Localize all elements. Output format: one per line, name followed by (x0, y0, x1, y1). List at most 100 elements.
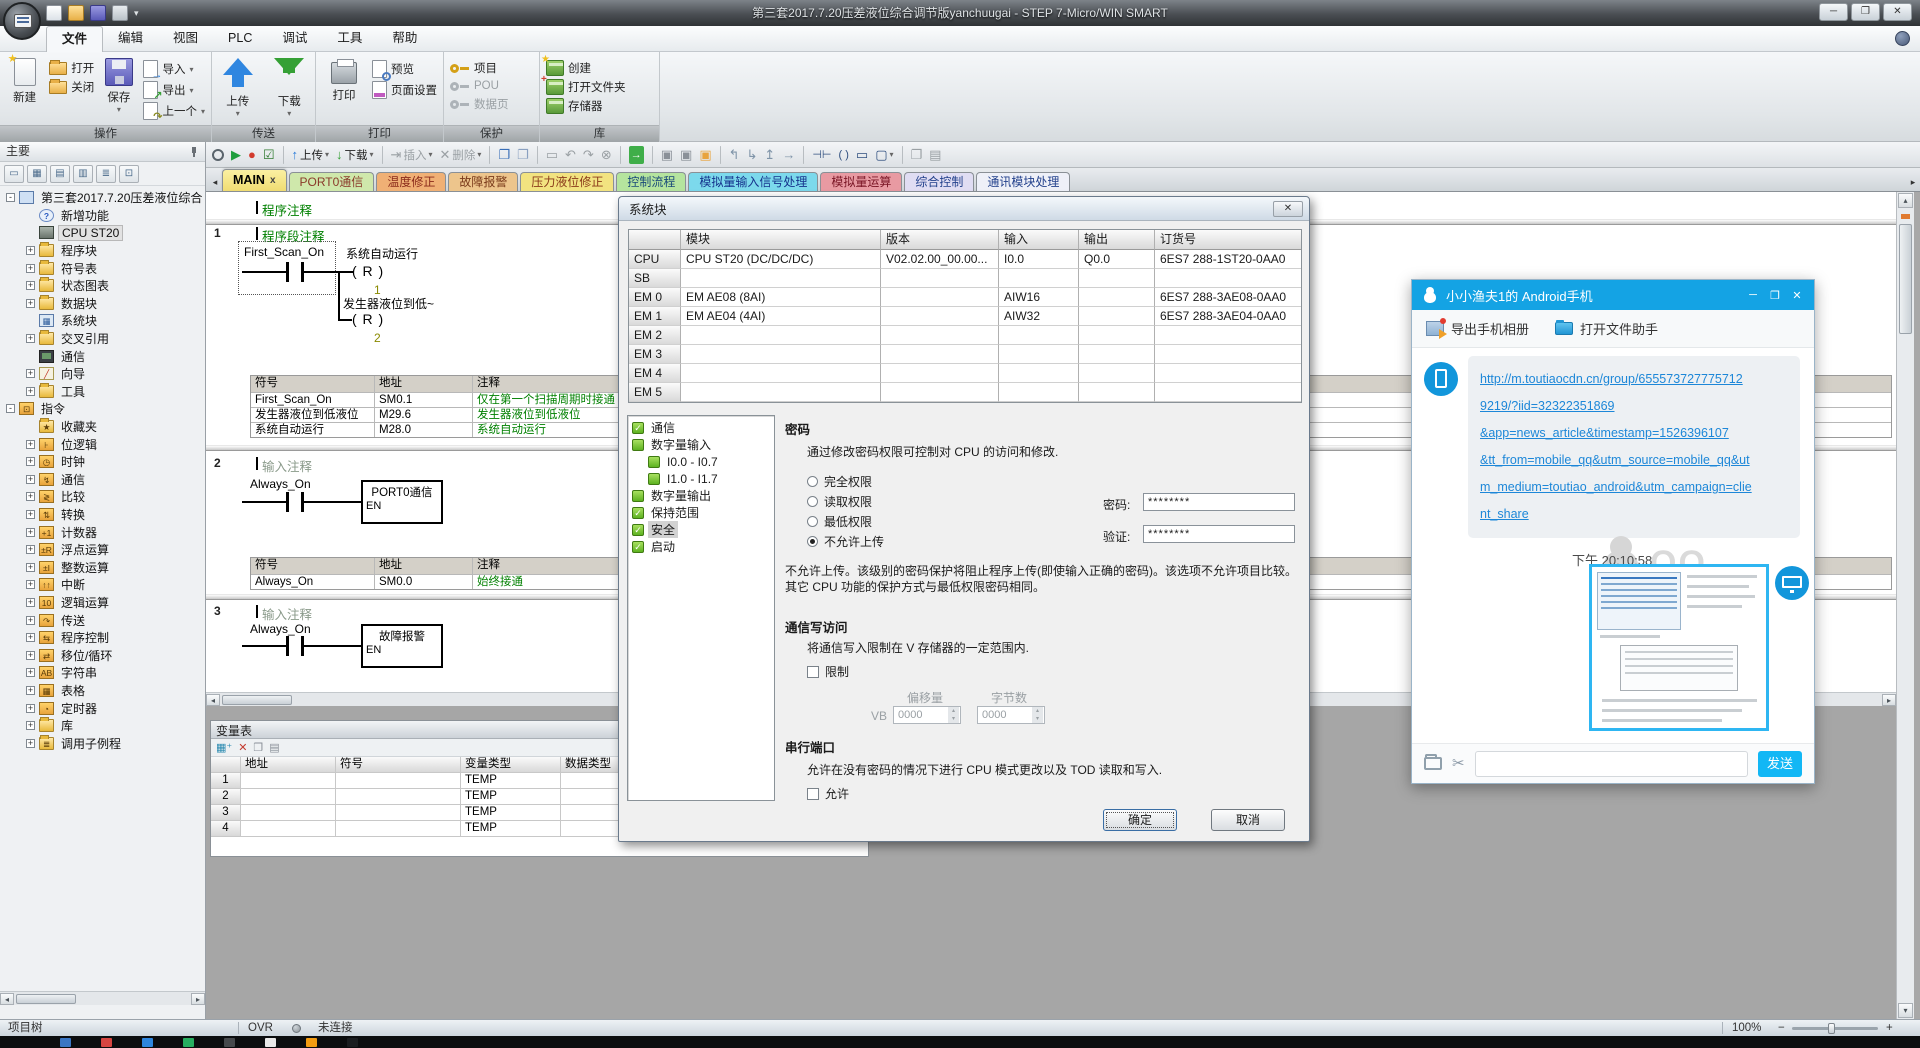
previous-button[interactable]: ↷上一个▾ (143, 102, 205, 120)
new-file-icon[interactable] (46, 5, 62, 21)
restrict-checkbox[interactable]: 限制 (807, 663, 849, 680)
tree-item-label[interactable]: 程序控制 (58, 629, 112, 646)
toolbar-button[interactable]: ⇥ 插入 ▾ (389, 145, 435, 165)
toolbar-button[interactable]: ● (246, 145, 258, 165)
category-item[interactable]: ✓ 保持范围 (630, 504, 772, 521)
tree-item[interactable]: + 状态图表 (2, 277, 205, 295)
coil-label[interactable]: 系统自动运行 (346, 245, 418, 262)
toolbar-button[interactable]: ▢ ▾ (873, 145, 895, 165)
toolbar-button[interactable]: ↥ (762, 145, 777, 165)
open-file-icon[interactable] (68, 5, 84, 21)
view-button[interactable]: ▦ (27, 165, 47, 183)
tree-item[interactable]: + ±R 浮点运算 (2, 541, 205, 559)
tree-expander-icon[interactable]: + (26, 545, 35, 554)
tree-item-label[interactable]: 数据块 (58, 295, 100, 312)
menu-tab[interactable]: 工具 (322, 26, 377, 52)
save-file-icon[interactable] (90, 5, 106, 21)
module-table-row[interactable]: EM 3 (629, 345, 1301, 364)
tree-expander-icon[interactable]: - (6, 404, 15, 413)
tree-expander-icon[interactable]: + (26, 651, 35, 660)
upload-button[interactable]: 上传▾ (218, 56, 258, 118)
category-item[interactable]: ✓ 启动 (630, 538, 772, 555)
toolbar-button[interactable]: ↑ 上传 ▾ (290, 145, 332, 165)
tree-item-label[interactable]: 状态图表 (58, 277, 112, 294)
zoom-in-icon[interactable]: + (1886, 1021, 1893, 1036)
view-button[interactable]: ≣ (96, 165, 116, 183)
tree-item[interactable]: + AB 字符串 (2, 664, 205, 682)
toolbar-button[interactable]: ↶ (563, 145, 578, 165)
file-assistant-button[interactable]: 打开文件助手 (1555, 319, 1658, 338)
memory-button[interactable]: 存储器 (546, 98, 626, 114)
tree-item-label[interactable]: 工具 (58, 383, 88, 400)
tree-item[interactable]: ? 新增功能 (2, 207, 205, 225)
editor-tab[interactable]: 模拟量运算 (820, 172, 902, 191)
toolbar-button[interactable]: ↳ (745, 145, 760, 165)
allow-checkbox[interactable]: 允许 (807, 785, 849, 802)
tree-expander-icon[interactable]: + (26, 598, 35, 607)
toolbar-button[interactable]: ❐ (496, 145, 512, 165)
tree-item[interactable]: + ⇄ 移位/循环 (2, 646, 205, 664)
view-button[interactable]: ▭ (4, 165, 24, 183)
category-label[interactable]: 通信 (648, 419, 678, 436)
tree-item-label[interactable]: 定时器 (58, 700, 100, 717)
tree-expander-icon[interactable]: + (26, 668, 35, 677)
module-table-row[interactable]: EM 1 EM AE04 (4AI) AIW32 6ES7 288-3AE04-… (629, 307, 1301, 326)
category-item[interactable]: I1.0 - I1.7 (630, 470, 772, 487)
photo-message-thumbnail[interactable] (1589, 564, 1769, 731)
scrollbar-thumb[interactable] (1899, 224, 1912, 334)
tree-expander-icon[interactable]: + (26, 369, 35, 378)
category-label[interactable]: I1.0 - I1.7 (664, 472, 721, 486)
radio-icon[interactable] (807, 516, 818, 527)
taskbar-app-icon[interactable] (183, 1038, 194, 1047)
toolbar-button[interactable]: ▤ (927, 145, 943, 165)
toolbar-button[interactable]: ✕ 删除 ▾ (437, 145, 483, 165)
menu-tab[interactable]: 文件 (46, 26, 103, 52)
tree-expander-icon[interactable]: + (26, 528, 35, 537)
checkbox-icon[interactable] (807, 788, 819, 800)
tree-item[interactable]: + ↯ 通信 (2, 471, 205, 489)
tree-expander-icon[interactable]: + (26, 686, 35, 695)
tree-item-label[interactable]: 库 (58, 717, 76, 734)
close-button[interactable]: ✕ (1883, 3, 1912, 21)
category-item[interactable]: ✓ 安全 (630, 521, 772, 538)
scroll-right-icon[interactable]: ▸ (1882, 694, 1896, 706)
zoom-out-icon[interactable]: − (1778, 1021, 1785, 1036)
menu-tab[interactable]: 帮助 (377, 26, 432, 52)
toolbar-button[interactable]: → (627, 145, 646, 165)
tree-item-label[interactable]: 程序块 (58, 242, 100, 259)
toolbar-button[interactable] (620, 146, 621, 164)
protect-pou-button[interactable]: POU (450, 79, 509, 93)
contact-label[interactable]: Always_On (250, 477, 311, 491)
phone-title-bar[interactable]: 小小渔夫1的 Android手机 ─ ❐ ✕ (1412, 280, 1814, 310)
tree-item-label[interactable]: 字符串 (58, 664, 100, 681)
tree-item-label[interactable]: 通信 (58, 471, 88, 488)
tree-item[interactable]: + 库 (2, 717, 205, 735)
tree-item-label[interactable]: 时钟 (58, 453, 88, 470)
chat-message-bubble[interactable]: http://m.toutiaocdn.cn/group/65557372777… (1468, 356, 1800, 538)
tree-item[interactable]: + 数据块 (2, 295, 205, 313)
toolbar-button[interactable]: ❐ (515, 145, 531, 165)
zoom-slider-thumb[interactable] (1828, 1023, 1835, 1034)
tree-expander-icon[interactable]: + (26, 264, 35, 273)
pin-icon[interactable] (189, 147, 199, 157)
contact-label[interactable]: Always_On (250, 622, 311, 636)
ok-button[interactable]: 确定 (1103, 809, 1177, 831)
scroll-right-icon[interactable]: ▸ (191, 993, 205, 1005)
scrollbar-thumb[interactable] (222, 695, 292, 705)
tree-expander-icon[interactable]: + (26, 440, 35, 449)
tree-item-label[interactable]: 通信 (58, 348, 88, 365)
print-icon[interactable] (112, 5, 128, 21)
chat-link[interactable]: m_medium=toutiao_android&utm_campaign=cl… (1480, 474, 1788, 501)
password-field[interactable]: ******** (1143, 493, 1295, 511)
toolbar-button[interactable] (720, 146, 721, 164)
radio-icon[interactable] (807, 536, 818, 547)
tree-item[interactable]: + ≷ 比较 (2, 488, 205, 506)
toolbar-button[interactable]: → (780, 145, 797, 165)
category-label[interactable]: I0.0 - I0.7 (664, 455, 721, 469)
category-label[interactable]: 数字量输入 (648, 436, 714, 453)
toolbar-button[interactable]: ( ) (837, 145, 851, 165)
scrollbar-thumb[interactable] (16, 994, 76, 1004)
tree-item[interactable]: + ≣ 调用子例程 (2, 734, 205, 752)
tree-item-label[interactable]: 逻辑运算 (58, 594, 112, 611)
toolbar-button[interactable]: ↓ 下载 ▾ (334, 145, 376, 165)
